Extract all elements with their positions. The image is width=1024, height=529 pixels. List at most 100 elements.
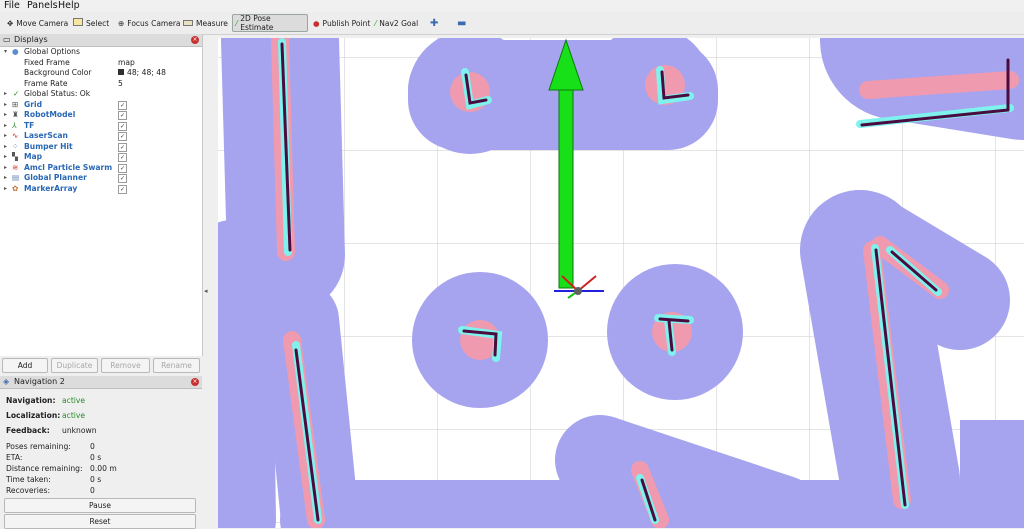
display-item-robotmodel[interactable]: ▸ ♜ RobotModel ✓ <box>0 110 202 120</box>
close-icon[interactable]: × <box>191 36 199 44</box>
displays-panel: ▭ Displays × ▾ ● Global Options Fixed Fr… <box>0 34 203 356</box>
publish-point-tool[interactable]: ● Publish Point <box>310 14 373 32</box>
focus-camera-icon: ⊕ <box>118 18 125 28</box>
chevron-right-icon[interactable]: ▸ <box>4 100 7 110</box>
points-icon: ⁘ <box>12 141 19 151</box>
global-options-label: Global Options <box>24 47 80 56</box>
navigation-status: active <box>62 396 86 405</box>
monitor-icon: ▭ <box>3 35 11 44</box>
navigation-panel: ◈ Navigation 2 × Navigation: active Loca… <box>0 376 202 529</box>
move-camera-label: Move Camera <box>16 18 69 28</box>
publish-point-label: Publish Point <box>322 18 371 28</box>
chevron-right-icon[interactable]: ▸ <box>4 184 7 194</box>
checkbox[interactable]: ✓ <box>118 163 127 173</box>
checkbox[interactable]: ✓ <box>118 184 127 194</box>
displays-title: Displays <box>14 35 48 44</box>
chevron-right-icon[interactable]: ▸ <box>4 152 7 162</box>
select-tool[interactable]: Select <box>70 14 112 32</box>
display-label: Global Planner <box>24 173 87 182</box>
duplicate-button[interactable]: Duplicate <box>51 358 98 373</box>
chevron-right-icon[interactable]: ▸ <box>4 173 7 183</box>
pose-estimate-tool[interactable]: ⁄ 2D Pose Estimate <box>232 14 308 32</box>
checkbox[interactable]: ✓ <box>118 100 127 110</box>
color-swatch[interactable]: 48; 48; 48 <box>118 68 166 78</box>
ruler-icon <box>183 19 193 28</box>
display-label: TF <box>24 120 35 130</box>
global-status-row[interactable]: ▸ ✓ Global Status: Ok <box>0 89 202 99</box>
rename-button[interactable]: Rename <box>153 358 200 373</box>
frame-rate-row[interactable]: Frame Rate 5 <box>0 79 202 89</box>
map-viewport[interactable] <box>218 38 1024 528</box>
laser-icon: ∿ <box>12 131 19 140</box>
displays-buttons: Add Duplicate Remove Rename <box>0 356 202 374</box>
plus-icon[interactable]: ✚ <box>427 14 441 32</box>
checkbox[interactable]: ✓ <box>118 111 127 120</box>
chevron-right-icon[interactable]: ▸ <box>4 121 7 131</box>
globe-icon: ● <box>12 47 19 56</box>
goal-arrow-icon: ⁄ <box>375 18 377 28</box>
display-item-global-planner[interactable]: ▸ ▤ Global Planner ✓ <box>0 173 202 183</box>
remove-button[interactable]: Remove <box>101 358 150 373</box>
menu-file[interactable]: File <box>4 0 20 12</box>
checkbox[interactable]: ✓ <box>118 174 127 183</box>
measure-label: Measure <box>196 18 228 28</box>
chevron-right-icon[interactable]: ▸ <box>4 89 7 99</box>
global-options-row[interactable]: ▾ ● Global Options <box>0 47 202 57</box>
pose-array-icon: ≋ <box>12 162 19 172</box>
display-item-grid[interactable]: ▸ ⊞ Grid ✓ <box>0 100 202 110</box>
time-taken-label: Time taken: <box>6 475 51 484</box>
pause-button[interactable]: Pause <box>4 498 196 513</box>
navigation-title: Navigation 2 <box>14 377 65 386</box>
move-camera-tool[interactable]: ✥ Move Camera <box>4 14 71 32</box>
frame-rate-value[interactable]: 5 <box>118 79 123 89</box>
menu-panels[interactable]: Panels <box>27 0 58 12</box>
checkbox[interactable]: ✓ <box>118 153 127 162</box>
poses-remaining-value: 0 <box>90 442 95 451</box>
feedback-value: unknown <box>62 426 97 435</box>
display-label: Grid <box>24 99 43 109</box>
focus-camera-tool[interactable]: ⊕ Focus Camera <box>115 14 184 32</box>
checkbox[interactable]: ✓ <box>118 142 127 152</box>
display-item-bumper-hit[interactable]: ▸ ⁘ Bumper Hit ✓ <box>0 142 202 152</box>
frame-rate-label: Frame Rate <box>24 78 68 88</box>
navigation-icon: ◈ <box>3 377 10 386</box>
measure-tool[interactable]: Measure <box>180 14 231 32</box>
reset-button[interactable]: Reset <box>4 514 196 529</box>
toolbar: ✥ Move Camera Select ⊕ Focus Camera Measur… <box>0 12 1024 35</box>
chevron-right-icon[interactable]: ▸ <box>4 163 7 173</box>
distance-remaining-label: Distance remaining: <box>6 464 83 473</box>
checkbox[interactable]: ✓ <box>118 132 127 141</box>
localization-label: Localization: <box>6 411 61 420</box>
display-label: Map <box>24 152 43 161</box>
folder-icon: ▤ <box>12 173 20 182</box>
display-item-laserscan[interactable]: ▸ ∿ LaserScan ✓ <box>0 131 202 141</box>
check-icon: ✓ <box>13 89 20 98</box>
display-item-amcl-particle-swarm[interactable]: ▸ ≋ Amcl Particle Swarm ✓ <box>0 163 202 173</box>
minus-icon[interactable]: ▬ <box>454 14 469 32</box>
display-item-tf[interactable]: ▸ ⅄ TF ✓ <box>0 121 202 131</box>
menu-help[interactable]: Help <box>58 0 80 12</box>
collapse-handle-icon[interactable]: ◂ <box>204 287 208 295</box>
checkbox[interactable]: ✓ <box>118 121 127 131</box>
background-color-row[interactable]: Background Color 48; 48; 48 <box>0 68 202 78</box>
close-icon[interactable]: × <box>191 378 199 386</box>
costmap-canvas[interactable] <box>218 38 1024 528</box>
navigation-title-bar: ◈ Navigation 2 × <box>0 376 202 389</box>
markers-icon: ✿ <box>12 183 19 193</box>
fixed-frame-row[interactable]: Fixed Frame map <box>0 58 202 68</box>
chevron-right-icon[interactable]: ▸ <box>4 110 7 120</box>
poses-remaining-label: Poses remaining: <box>6 442 71 451</box>
robot-icon: ♜ <box>12 110 19 119</box>
display-item-map[interactable]: ▸ ▚ Map ✓ <box>0 152 202 162</box>
chevron-right-icon[interactable]: ▸ <box>4 131 7 141</box>
background-color-value: 48; 48; 48 <box>127 68 166 77</box>
chevron-down-icon[interactable]: ▾ <box>4 47 7 57</box>
localization-status: active <box>62 411 86 420</box>
display-item-markerarray[interactable]: ▸ ✿ MarkerArray ✓ <box>0 184 202 194</box>
displays-title-bar: ▭ Displays × <box>0 34 202 47</box>
display-label: LaserScan <box>24 131 68 140</box>
add-button[interactable]: Add <box>2 358 48 373</box>
fixed-frame-value[interactable]: map <box>118 58 135 68</box>
nav2-goal-tool[interactable]: ⁄ Nav2 Goal <box>372 14 421 32</box>
chevron-right-icon[interactable]: ▸ <box>4 142 7 152</box>
